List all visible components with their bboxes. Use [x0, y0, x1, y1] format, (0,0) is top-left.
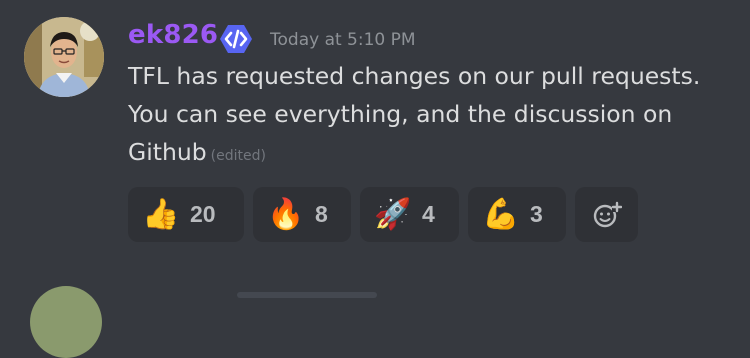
message-text-line-2: You can see everything, and the discussi… [128, 100, 673, 128]
reaction-thumbs-up[interactable]: 👍 20 [128, 187, 244, 242]
message-text-line-1: TFL has requested changes on our pull re… [128, 62, 701, 90]
reaction-flexed-biceps[interactable]: 💪 3 [468, 187, 566, 242]
username[interactable]: ek826 [128, 20, 218, 50]
reaction-count: 8 [315, 201, 328, 227]
avatar-image [24, 17, 104, 97]
reaction-count: 20 [190, 201, 216, 227]
rocket-icon: 🚀 [374, 196, 412, 232]
message-text-line-3-text: Github [128, 138, 207, 166]
chat-message: ek826 Today at 5:10 PM TFL has requested… [0, 0, 750, 358]
thumbs-up-icon: 👍 [142, 196, 180, 232]
reaction-count: 3 [530, 201, 543, 227]
message-text-line-3: Github (edited) [128, 138, 266, 166]
timestamp[interactable]: Today at 5:10 PM [270, 30, 416, 50]
code-brackets-badge-icon [219, 24, 253, 54]
fire-icon: 🔥 [267, 196, 305, 232]
flexed-biceps-icon: 💪 [482, 196, 520, 232]
edited-label: (edited) [210, 148, 266, 164]
add-reaction-button[interactable] [575, 187, 638, 242]
reaction-count: 4 [422, 201, 435, 227]
next-message-avatar[interactable] [30, 286, 102, 358]
reaction-fire[interactable]: 🔥 8 [253, 187, 351, 242]
add-reaction-icon [593, 201, 622, 227]
reaction-rocket[interactable]: 🚀 4 [360, 187, 459, 242]
avatar[interactable] [24, 17, 104, 97]
next-message-header [237, 292, 377, 298]
